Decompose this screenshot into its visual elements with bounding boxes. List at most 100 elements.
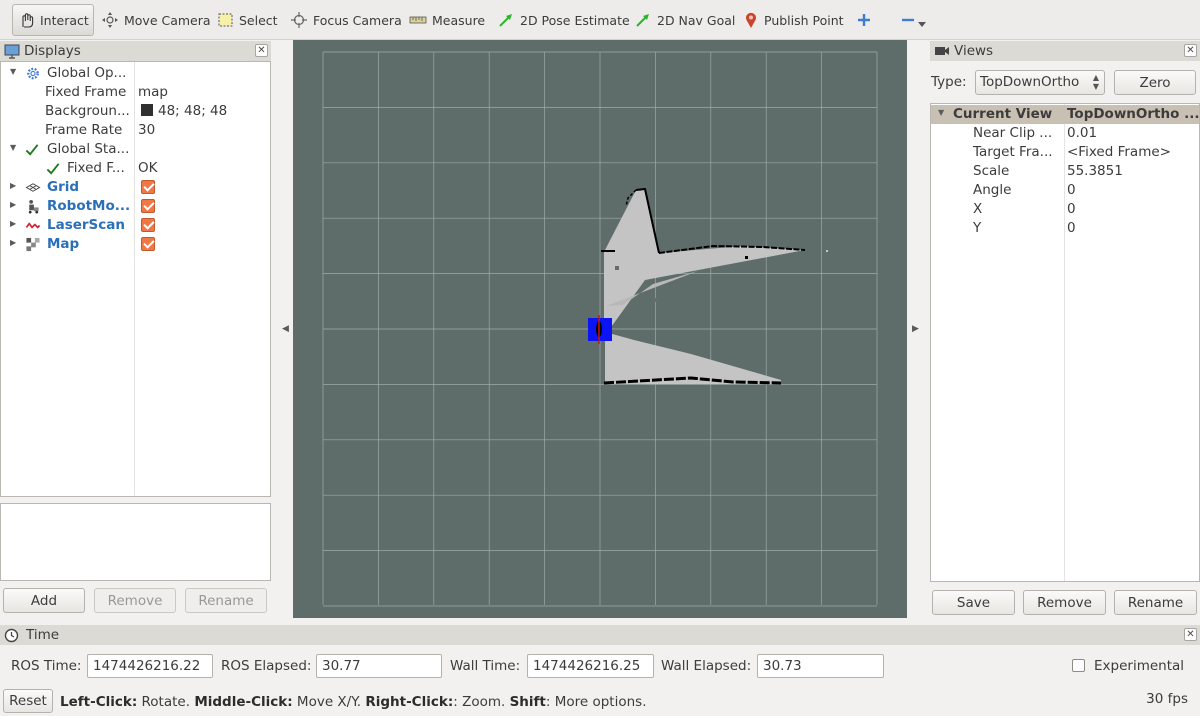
- tree-row-grid[interactable]: ▶ Grid: [1, 178, 270, 197]
- move-camera-icon: [102, 12, 118, 28]
- tree-row-map[interactable]: ▶ Map: [1, 235, 270, 254]
- robot-model-enabled-checkbox[interactable]: [141, 199, 155, 213]
- move-camera-tool-button[interactable]: Move Camera: [97, 4, 215, 36]
- ros-time-field[interactable]: 1474426216.22: [87, 654, 213, 678]
- view-prop-label: Angle: [973, 182, 1012, 198]
- 2d-pose-estimate-tool-button[interactable]: 2D Pose Estimate: [493, 4, 634, 36]
- views-close-button[interactable]: ✕: [1184, 44, 1197, 57]
- view-prop-value[interactable]: 55.3851: [1067, 163, 1123, 179]
- wall-elapsed-label: Wall Elapsed:: [661, 658, 752, 674]
- expand-right-icon[interactable]: ▶: [10, 200, 16, 209]
- background-color-value[interactable]: 48; 48; 48: [141, 103, 227, 119]
- current-view-row[interactable]: ▼ Current View TopDownOrtho ...: [931, 105, 1199, 124]
- view-prop-value[interactable]: 0: [1067, 182, 1076, 198]
- zero-view-button[interactable]: Zero: [1114, 70, 1196, 95]
- view-type-dropdown[interactable]: TopDownOrtho ▲ ▼: [975, 70, 1105, 95]
- view-prop-value[interactable]: 0.01: [1067, 125, 1097, 141]
- grid-enabled-checkbox[interactable]: [141, 180, 155, 194]
- focus-camera-tool-label: Focus Camera: [313, 12, 402, 28]
- map-canvas[interactable]: [293, 40, 907, 618]
- expand-down-icon[interactable]: ▼: [10, 143, 16, 152]
- view-prop-y[interactable]: Y 0: [931, 219, 1199, 238]
- expand-down-icon[interactable]: ▼: [938, 108, 944, 117]
- experimental-checkbox[interactable]: [1072, 659, 1085, 672]
- tree-label: Global Sta...: [47, 141, 130, 157]
- tree-row-global-options[interactable]: ▼ Global Op...: [1, 64, 270, 83]
- minus-icon: [902, 18, 914, 22]
- tree-label: Backgroun...: [45, 103, 130, 119]
- tree-label: LaserScan: [47, 217, 126, 233]
- remove-display-button[interactable]: Remove: [94, 588, 176, 613]
- frame-rate-value[interactable]: 30: [138, 122, 155, 138]
- grid-icon: [25, 183, 41, 192]
- rename-view-button[interactable]: Rename: [1114, 590, 1197, 615]
- tree-row-background-color[interactable]: Backgroun... 48; 48; 48: [1, 102, 270, 121]
- expand-right-icon[interactable]: ▶: [10, 181, 16, 190]
- wall-time-label: Wall Time:: [450, 658, 521, 674]
- view-prop-near-clip[interactable]: Near Clip ... 0.01: [931, 124, 1199, 143]
- collapse-right-arrow-icon[interactable]: ▶: [912, 324, 919, 334]
- background-color-text: 48; 48; 48: [158, 103, 228, 119]
- publish-point-tool-label: Publish Point: [764, 12, 844, 28]
- publish-point-tool-button[interactable]: Publish Point: [739, 4, 848, 36]
- view-prop-label: Target Fra...: [973, 144, 1053, 160]
- display-description-box: [0, 503, 271, 581]
- focus-camera-tool-button[interactable]: Focus Camera: [286, 4, 406, 36]
- displays-panel-header: Displays ✕: [0, 41, 271, 61]
- remove-view-button[interactable]: Remove: [1023, 590, 1106, 615]
- render-viewport[interactable]: [293, 40, 907, 618]
- expand-down-icon[interactable]: ▼: [10, 67, 16, 76]
- chevron-down-icon: [918, 22, 926, 27]
- tree-row-fixed-frame[interactable]: Fixed Frame map: [1, 83, 270, 102]
- 2d-nav-goal-tool-button[interactable]: 2D Nav Goal: [630, 4, 739, 36]
- add-tool-button[interactable]: [852, 4, 876, 36]
- current-view-label: Current View: [953, 106, 1053, 122]
- view-prop-value[interactable]: <Fixed Frame>: [1067, 144, 1171, 160]
- spin-arrows-icon: ▲ ▼: [1092, 73, 1099, 91]
- green-check-icon: [46, 163, 60, 175]
- map-enabled-checkbox[interactable]: [141, 237, 155, 251]
- tree-row-global-status[interactable]: ▼ Global Sta...: [1, 140, 270, 159]
- view-prop-x[interactable]: X 0: [931, 200, 1199, 219]
- tree-row-fixed-frame-status[interactable]: Fixed F... OK: [1, 159, 270, 178]
- remove-tool-button[interactable]: [896, 4, 930, 36]
- wall-elapsed-field[interactable]: 30.73: [757, 654, 884, 678]
- main-toolbar: Interact Move Camera Select Focus Camera…: [0, 0, 1200, 40]
- ros-elapsed-field[interactable]: 30.77: [316, 654, 442, 678]
- save-view-button[interactable]: Save: [932, 590, 1015, 615]
- expand-right-icon[interactable]: ▶: [10, 238, 16, 247]
- tree-row-robot-model[interactable]: ▶ RobotMo...: [1, 197, 270, 216]
- green-arrow-icon: [499, 14, 512, 27]
- add-display-button[interactable]: Add: [3, 588, 85, 613]
- select-tool-button[interactable]: Select: [212, 4, 282, 36]
- wall-time-field[interactable]: 1474426216.25: [527, 654, 654, 678]
- displays-close-button[interactable]: ✕: [255, 44, 268, 57]
- view-prop-angle[interactable]: Angle 0: [931, 181, 1199, 200]
- tree-label: Grid: [47, 179, 80, 195]
- views-tree: ▼ Current View TopDownOrtho ... Near Cli…: [930, 103, 1200, 582]
- hint-text: Move X/Y.: [292, 694, 366, 710]
- green-arrow-icon: [636, 14, 649, 27]
- rename-display-button[interactable]: Rename: [185, 588, 267, 613]
- status-bar: Reset Left-Click: Rotate. Middle-Click: …: [0, 686, 1200, 716]
- select-box-icon: [218, 13, 233, 27]
- collapse-left-arrow-icon[interactable]: ◀: [282, 324, 289, 334]
- fixed-frame-value[interactable]: map: [138, 84, 168, 100]
- view-prop-label: X: [973, 201, 983, 217]
- tree-row-laser-scan[interactable]: ▶ LaserScan: [1, 216, 270, 235]
- reset-button[interactable]: Reset: [3, 689, 53, 713]
- view-prop-value[interactable]: 0: [1067, 201, 1076, 217]
- laser-scan-enabled-checkbox[interactable]: [141, 218, 155, 232]
- expand-right-icon[interactable]: ▶: [10, 219, 16, 228]
- time-close-button[interactable]: ✕: [1184, 628, 1197, 641]
- hint-key: Shift: [509, 694, 546, 710]
- view-prop-scale[interactable]: Scale 55.3851: [931, 162, 1199, 181]
- interact-tool-button[interactable]: Interact: [12, 4, 94, 36]
- measure-tool-button[interactable]: Measure: [405, 4, 489, 36]
- hint-key: Middle-Click:: [194, 694, 293, 710]
- tree-row-frame-rate[interactable]: Frame Rate 30: [1, 121, 270, 140]
- view-prop-value[interactable]: 0: [1067, 220, 1076, 236]
- hint-text: Rotate.: [137, 694, 195, 710]
- hand-pointer-icon: [22, 13, 34, 28]
- view-prop-target-frame[interactable]: Target Fra... <Fixed Frame>: [931, 143, 1199, 162]
